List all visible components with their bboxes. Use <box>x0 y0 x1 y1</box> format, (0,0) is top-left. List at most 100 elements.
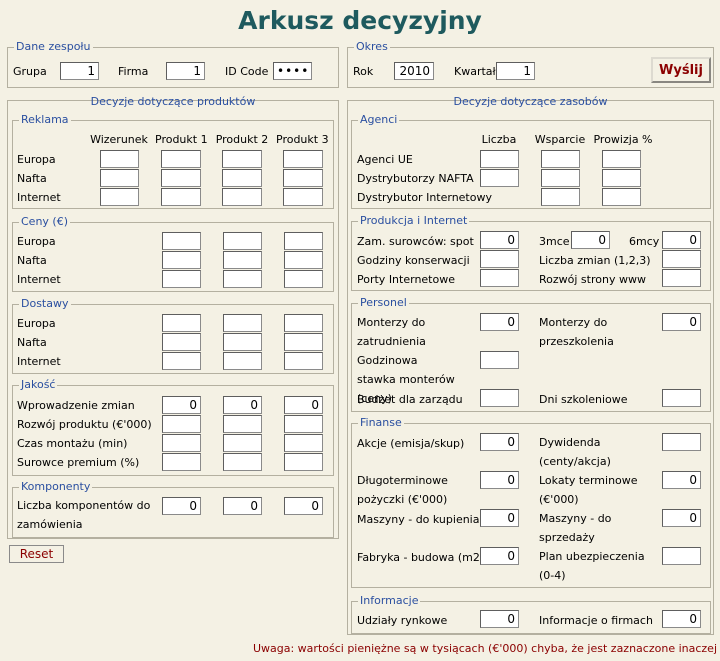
factory-input[interactable] <box>480 547 519 565</box>
website-input[interactable] <box>662 269 701 287</box>
internet-ports-input[interactable] <box>480 269 519 287</box>
year-input[interactable] <box>394 62 434 80</box>
six-months-input[interactable] <box>662 231 701 249</box>
prices-p2-nafta[interactable] <box>223 251 262 269</box>
firm-info-input[interactable] <box>662 610 701 628</box>
agents-nafta-commission[interactable] <box>602 169 641 187</box>
info-legend: Informacje <box>358 594 421 607</box>
send-button[interactable]: Wyślij <box>651 57 711 83</box>
premium-p3-input[interactable] <box>284 453 323 471</box>
maintenance-hours-input[interactable] <box>480 250 519 268</box>
premium-p1-input[interactable] <box>162 453 201 471</box>
changes-p1-input[interactable] <box>162 396 201 414</box>
ads-image-nafta[interactable] <box>100 169 139 187</box>
assembly-p1-input[interactable] <box>162 434 201 452</box>
changes-p3-input[interactable] <box>284 396 323 414</box>
ads-p1-europe[interactable] <box>161 150 201 168</box>
components-p3-input[interactable] <box>284 497 323 515</box>
assembly-p3-input[interactable] <box>284 434 323 452</box>
prices-p1-internet[interactable] <box>162 270 201 288</box>
quality-row-rnd: Rozwój produktu (€'000) <box>17 418 152 431</box>
hire-label: Monterzy do zatrudnienia <box>357 316 426 348</box>
assembly-p2-input[interactable] <box>223 434 262 452</box>
three-months-input[interactable] <box>571 231 610 249</box>
ads-p1-nafta[interactable] <box>161 169 201 187</box>
prices-p3-nafta[interactable] <box>284 251 323 269</box>
ads-p1-internet[interactable] <box>161 188 201 206</box>
prices-p1-europe[interactable] <box>162 232 201 250</box>
ads-col-product3: Produkt 3 <box>276 133 329 146</box>
delivery-p3-europe[interactable] <box>284 314 323 332</box>
training-days-input[interactable] <box>662 389 701 407</box>
spot-input[interactable] <box>480 231 519 249</box>
delivery-p2-nafta[interactable] <box>223 333 262 351</box>
delivery-p2-europe[interactable] <box>223 314 262 332</box>
agents-eu-commission[interactable] <box>602 150 641 168</box>
company-label: Firma <box>118 65 149 78</box>
training-days-label: Dni szkoleniowe <box>539 393 628 406</box>
prices-p1-nafta[interactable] <box>162 251 201 269</box>
shifts-label: Liczba zmian (1,2,3) <box>539 254 651 267</box>
dividend-input[interactable] <box>662 433 701 451</box>
ads-col-product2: Produkt 2 <box>215 133 269 146</box>
period-legend: Okres <box>354 40 390 53</box>
quarter-label: Kwartał <box>454 65 496 78</box>
agents-col-count: Liczba <box>481 133 517 146</box>
shifts-input[interactable] <box>662 250 701 268</box>
agents-legend: Agenci <box>358 113 400 126</box>
agents-eu-count[interactable] <box>480 150 519 168</box>
reset-button[interactable]: Reset <box>9 545 64 563</box>
id-code-input[interactable] <box>273 62 312 80</box>
prices-p3-europe[interactable] <box>284 232 323 250</box>
group-input[interactable] <box>60 62 99 80</box>
components-p2-input[interactable] <box>223 497 262 515</box>
delivery-p1-nafta[interactable] <box>162 333 201 351</box>
delivery-p2-internet[interactable] <box>223 352 262 370</box>
ads-p3-internet[interactable] <box>283 188 323 206</box>
agents-nafta-support[interactable] <box>541 169 580 187</box>
delivery-p3-nafta[interactable] <box>284 333 323 351</box>
loan-input[interactable] <box>480 471 519 489</box>
rnd-p1-input[interactable] <box>162 415 201 433</box>
ads-p2-internet[interactable] <box>222 188 262 206</box>
ads-p3-europe[interactable] <box>283 150 323 168</box>
ads-p2-nafta[interactable] <box>222 169 262 187</box>
shares-label: Akcje (emisja/skup) <box>357 437 465 450</box>
delivery-p3-internet[interactable] <box>284 352 323 370</box>
prices-p3-internet[interactable] <box>284 270 323 288</box>
rnd-p3-input[interactable] <box>284 415 323 433</box>
delivery-p1-europe[interactable] <box>162 314 201 332</box>
shares-input[interactable] <box>480 433 519 451</box>
machines-sell-input[interactable] <box>662 509 701 527</box>
agents-internet-support[interactable] <box>541 188 580 206</box>
ads-col-product1: Produkt 1 <box>155 133 208 146</box>
delivery-p1-internet[interactable] <box>162 352 201 370</box>
management-budget-input[interactable] <box>480 389 519 407</box>
wage-input[interactable] <box>480 351 519 369</box>
maintenance-hours-label: Godziny konserwacji <box>357 254 470 267</box>
premium-p2-input[interactable] <box>223 453 262 471</box>
agents-eu-support[interactable] <box>541 150 580 168</box>
ads-p2-europe[interactable] <box>222 150 262 168</box>
quarter-input[interactable] <box>496 62 535 80</box>
ads-row-europe: Europa <box>17 153 56 166</box>
ads-p3-nafta[interactable] <box>283 169 323 187</box>
agents-internet-commission[interactable] <box>602 188 641 206</box>
machines-buy-input[interactable] <box>480 509 519 527</box>
insurance-input[interactable] <box>662 547 701 565</box>
dividend-label: Dywidenda (centy/akcja) <box>539 436 611 468</box>
market-share-input[interactable] <box>480 610 519 628</box>
ads-image-europe[interactable] <box>100 150 139 168</box>
prices-p2-internet[interactable] <box>223 270 262 288</box>
agents-nafta-count[interactable] <box>480 169 519 187</box>
deposit-input[interactable] <box>662 471 701 489</box>
internet-ports-label: Porty Internetowe <box>357 273 455 286</box>
prices-p2-europe[interactable] <box>223 232 262 250</box>
company-input[interactable] <box>166 62 205 80</box>
train-input[interactable] <box>662 313 701 331</box>
changes-p2-input[interactable] <box>223 396 262 414</box>
hire-input[interactable] <box>480 313 519 331</box>
rnd-p2-input[interactable] <box>223 415 262 433</box>
components-p1-input[interactable] <box>162 497 201 515</box>
ads-image-internet[interactable] <box>100 188 139 206</box>
